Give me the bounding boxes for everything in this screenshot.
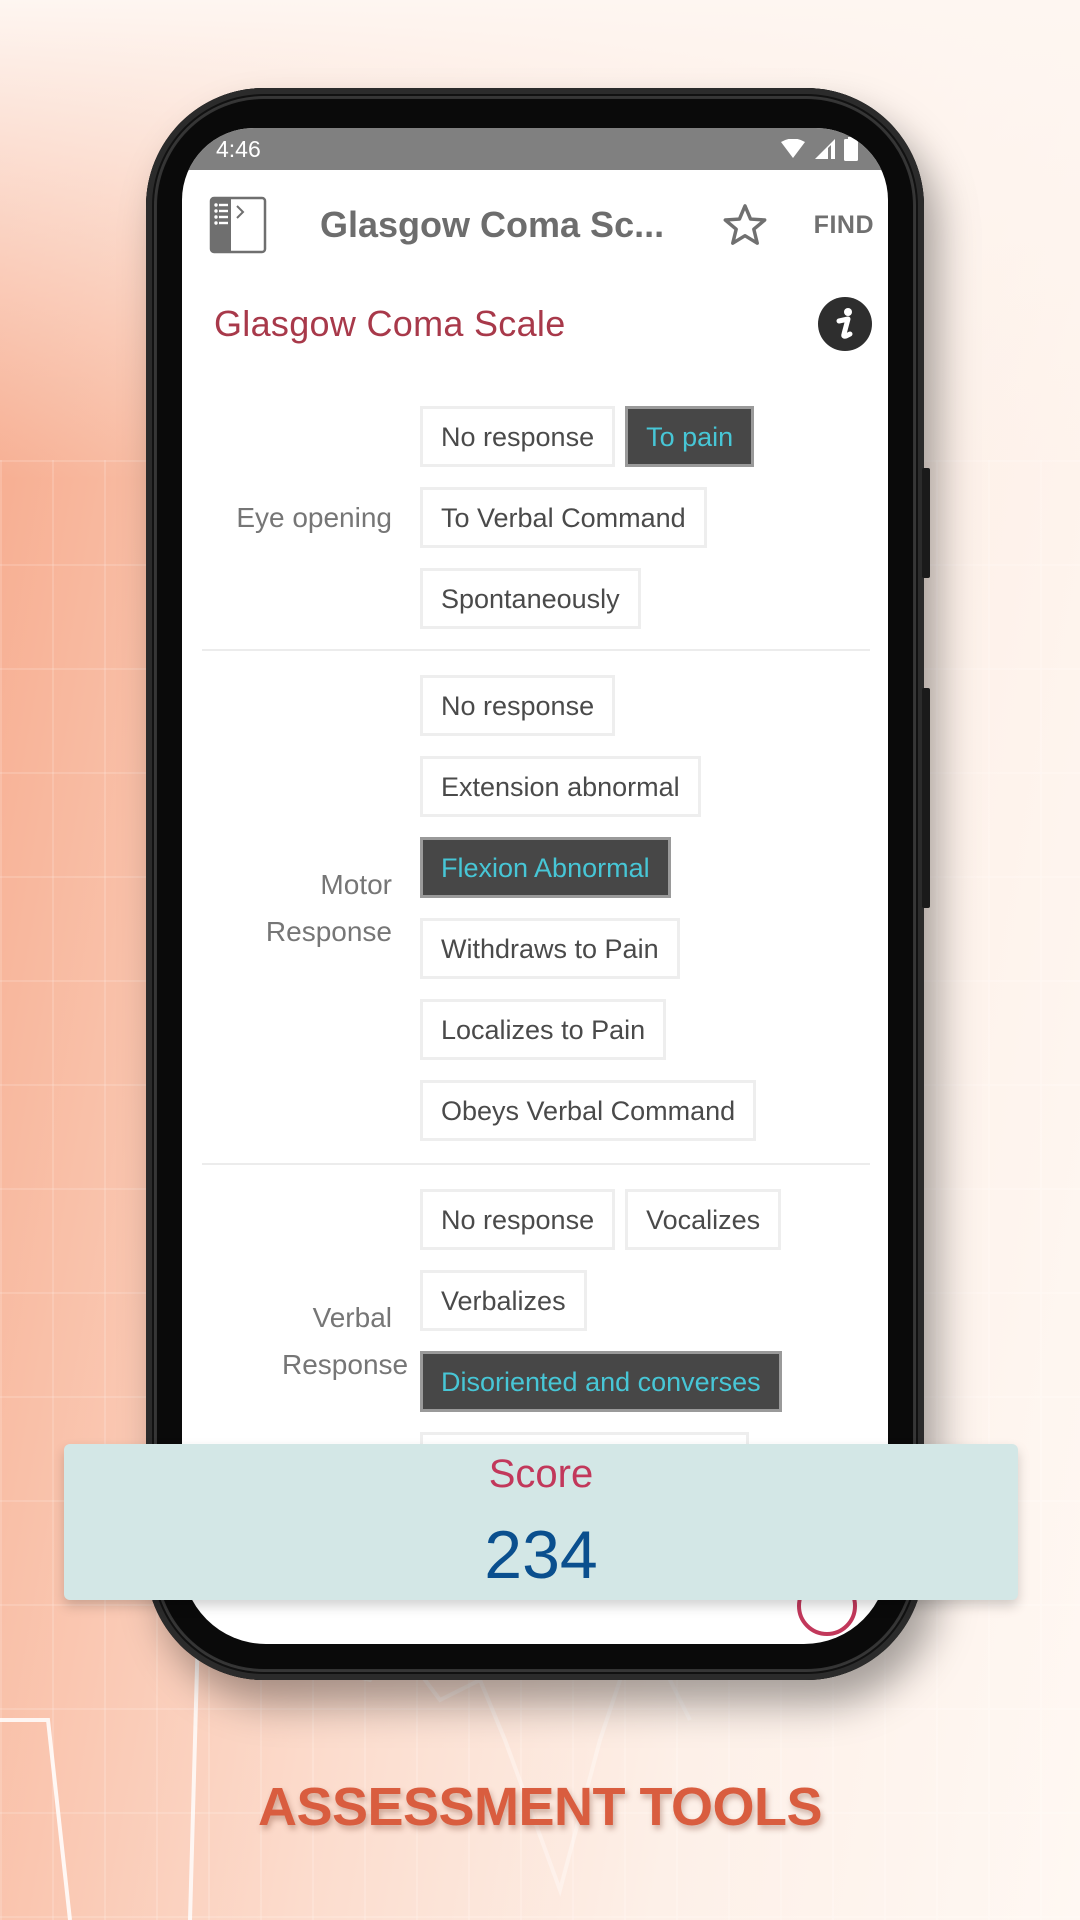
section-label: Eye opening [236,502,392,533]
section-label: Verbal Response [282,1302,409,1380]
option-disoriented-and-converses[interactable]: Disoriented and converses [420,1351,782,1412]
favorite-button[interactable] [718,198,772,252]
drawer-toggle-button[interactable] [208,195,268,255]
cellular-signal-icon [815,139,835,159]
option-spontaneously[interactable]: Spontaneously [420,568,641,629]
power-button [922,688,930,908]
score-value: 234 [484,1517,598,1593]
options-group: No response To pain To Verbal Command Sp… [420,406,870,629]
option-to-pain[interactable]: To pain [625,406,755,467]
info-icon [836,308,853,339]
app-bar: Glasgow Coma Sc... FIND [182,170,888,280]
option-no-response[interactable]: No response [420,675,616,736]
status-icons [780,137,858,161]
option-no-response[interactable]: No response [420,1189,616,1250]
phone-frame: 4:46 Glasgow Coma Sc... FIND Glasgow Com… [146,88,930,1680]
drawer-toggle-icon [209,196,267,254]
option-localizes-to-pain[interactable]: Localizes to Pain [420,999,667,1060]
option-flexion-abnormal[interactable]: Flexion Abnormal [420,837,671,898]
star-outline-icon [723,204,767,245]
volume-button [922,468,930,578]
phone-screen: 4:46 Glasgow Coma Sc... FIND Glasgow Com… [182,128,888,1644]
find-button[interactable]: FIND [814,211,874,240]
options-group: No response Extension abnormal Flexion A… [420,675,870,1141]
calculator-header: Glasgow Coma Scale [182,280,888,368]
section-motor-response: Motor Response No response Extension abn… [202,651,870,1165]
wifi-icon [781,139,805,158]
option-no-response[interactable]: No response [420,406,616,467]
option-to-verbal-command[interactable]: To Verbal Command [420,487,707,548]
info-button[interactable] [818,297,872,351]
status-time: 4:46 [216,135,261,162]
section-label: Motor Response [265,869,392,947]
option-withdraws-to-pain[interactable]: Withdraws to Pain [420,918,680,979]
score-card: Score 234 [64,1444,1018,1600]
option-extension-abnormal[interactable]: Extension abnormal [420,756,701,817]
option-obeys-verbal-command[interactable]: Obeys Verbal Command [420,1080,757,1141]
option-verbalizes[interactable]: Verbalizes [420,1270,587,1331]
battery-icon [844,137,858,161]
promo-tagline: ASSESSMENT TOOLS [257,1777,823,1837]
calculator-title: Glasgow Coma Scale [214,303,566,344]
app-title: Glasgow Coma Sc... [320,204,665,245]
section-eye-opening: Eye opening No response To pain To Verba… [202,368,870,651]
option-vocalizes[interactable]: Vocalizes [625,1189,782,1250]
status-bar: 4:46 [182,128,888,170]
score-label: Score [488,1452,594,1496]
